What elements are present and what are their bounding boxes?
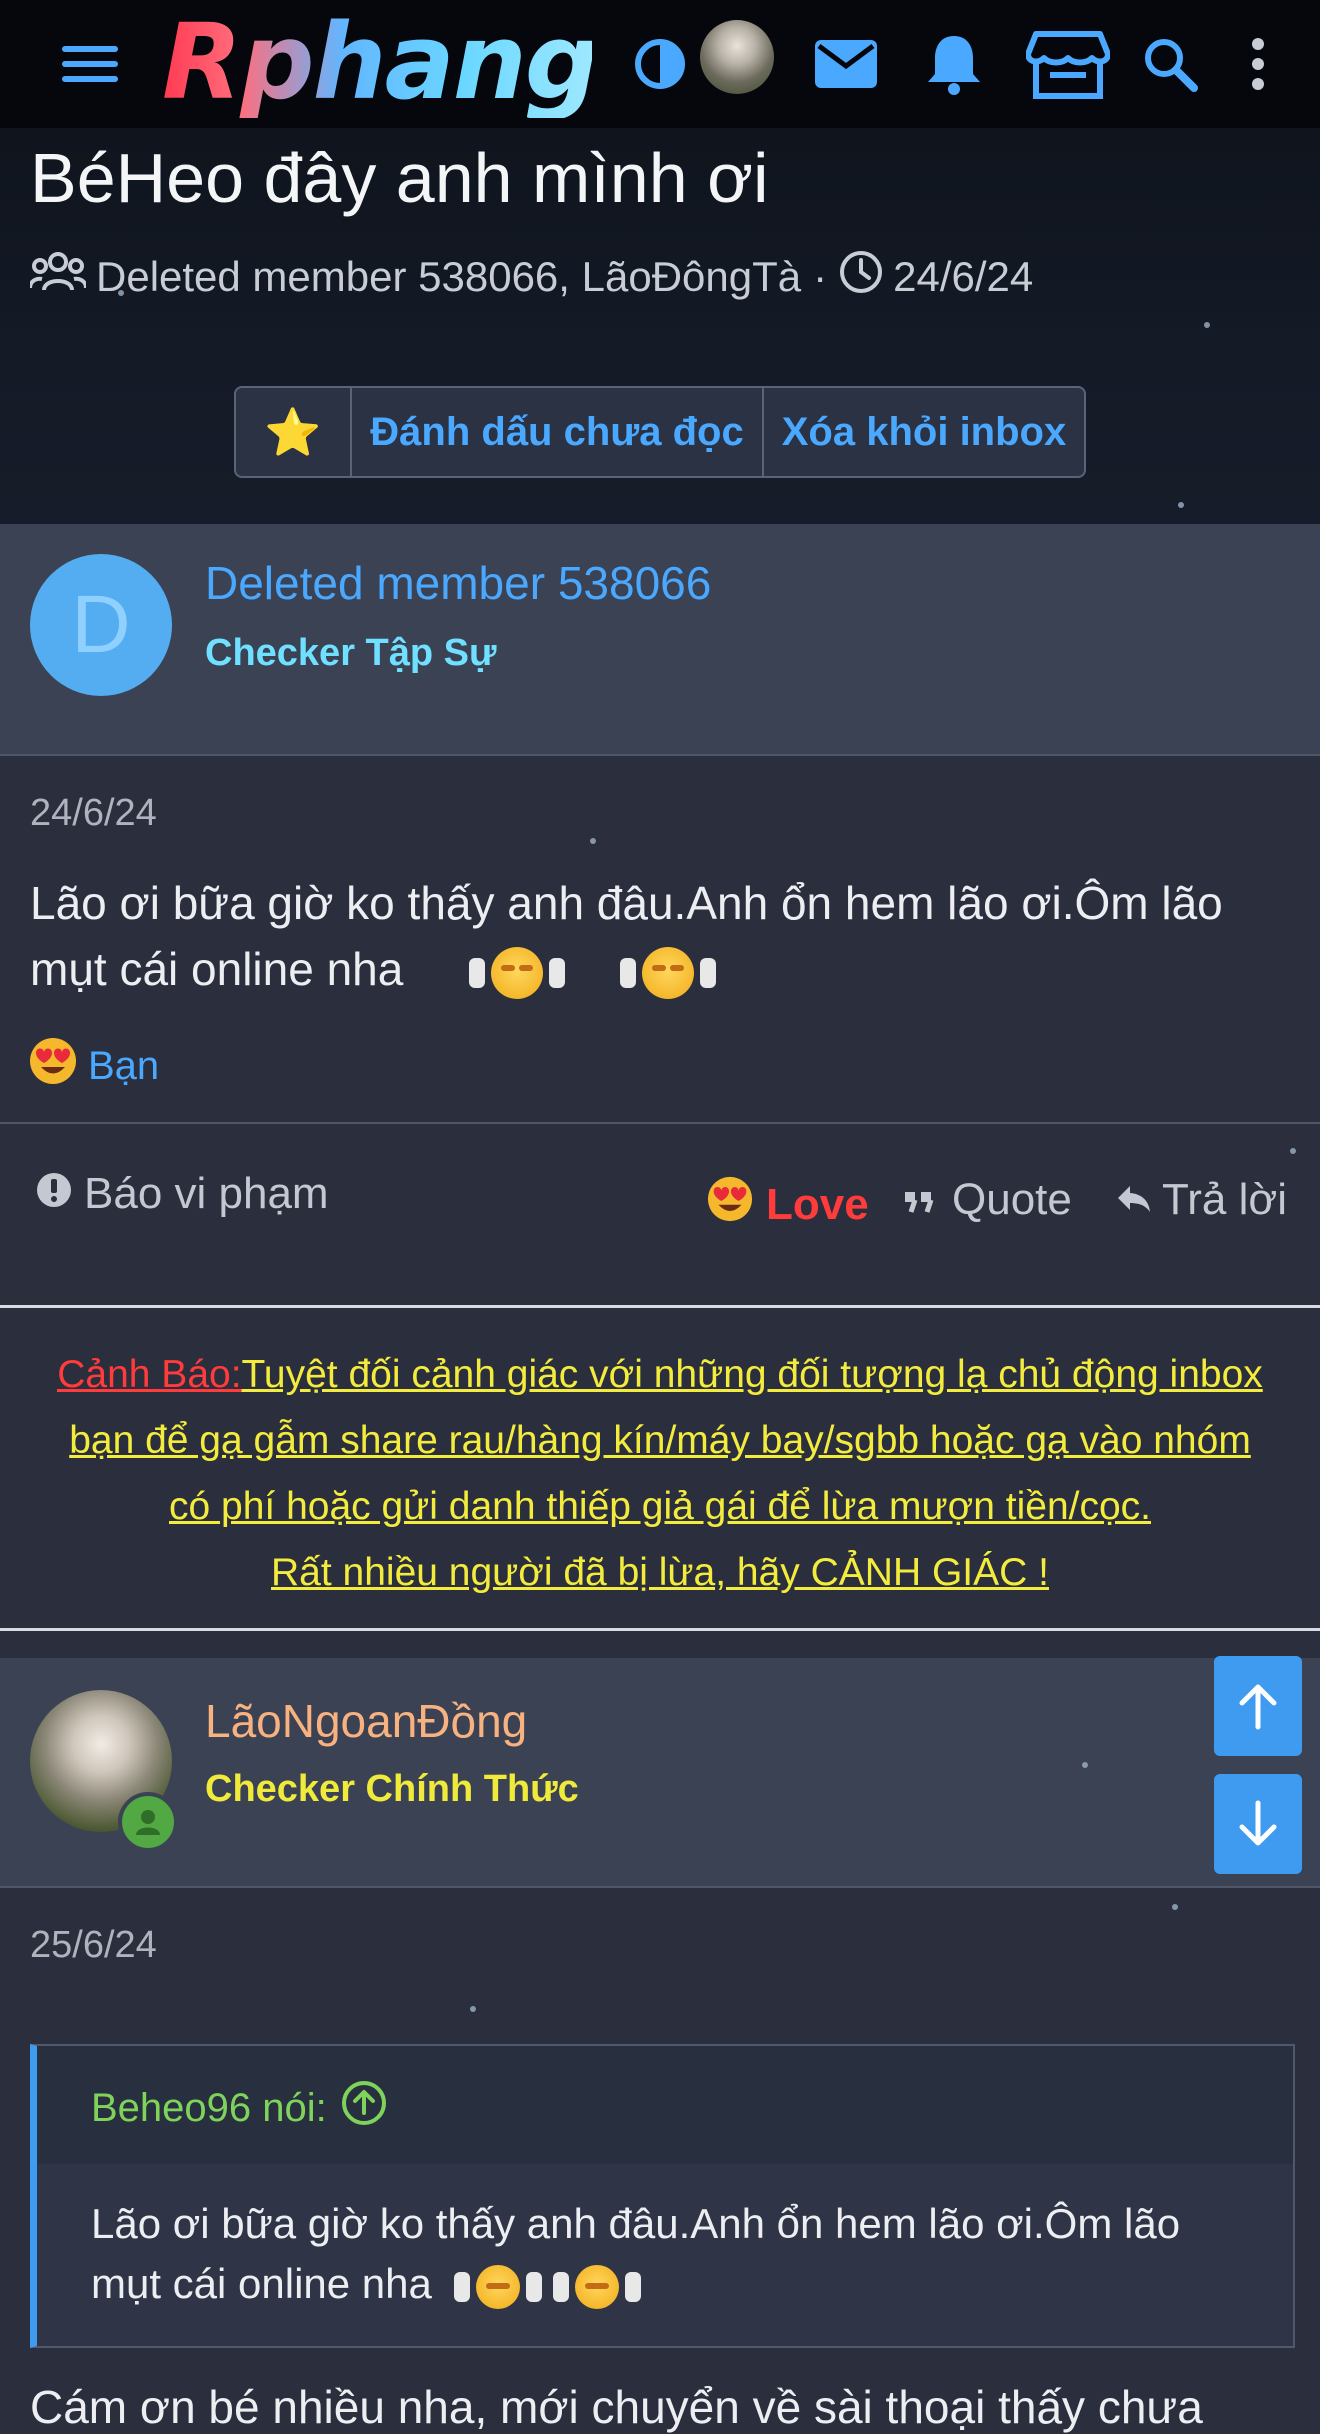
alert-icon [36, 1169, 72, 1219]
search-icon[interactable] [1128, 22, 1212, 106]
more-vertical-icon[interactable] [1216, 22, 1300, 106]
store-icon[interactable] [1026, 22, 1110, 106]
mail-icon[interactable] [804, 22, 888, 106]
decorative-star [590, 838, 596, 844]
warning-line[interactable]: bạn để gạ gẫm share rau/hàng kín/máy bay… [0, 1408, 1320, 1474]
scroll-to-bottom-button[interactable] [1214, 1774, 1302, 1874]
avatar-letter: D [71, 579, 131, 670]
reaction-users: Bạn [88, 1043, 160, 1088]
hug-emoji [468, 943, 565, 999]
post-body-partial: Cám ơn bé nhiều nha, mới chuyển về sài t… [30, 2381, 1203, 2433]
divider [0, 1886, 1320, 1888]
remove-from-inbox-button[interactable]: Xóa khỏi inbox [762, 388, 1084, 476]
site-logo[interactable]: Rphang [162, 6, 599, 118]
bell-icon[interactable] [912, 22, 996, 106]
hug-emoji [620, 943, 717, 999]
warning-line[interactable]: có phí hoặc gửi danh thiếp giả gái để lừ… [0, 1474, 1320, 1540]
clock-icon [839, 250, 883, 304]
top-navigation-bar: Rphang [0, 0, 1320, 128]
warning-text: Tuyệt đối cảnh giác với những đối tượng … [241, 1353, 1263, 1396]
user-title: Checker Chính Thức [205, 1768, 579, 1810]
post-username[interactable]: LãoNgoanĐồng [205, 1694, 527, 1748]
quote-body: Lão ơi bữa giờ ko thấy anh đâu.Anh ổn he… [91, 2194, 1271, 2314]
heart-eyes-icon [28, 1036, 78, 1096]
thread-participants[interactable]: Deleted member 538066, LãoĐôngTà [96, 253, 801, 301]
warning-line[interactable]: Rất nhiều người đã bị lừa, hãy CẢNH GIÁC… [0, 1540, 1320, 1606]
decorative-star [1172, 1904, 1178, 1910]
quote-text-line: Lão ơi bữa giờ ko thấy anh đâu.Anh ổn he… [91, 2200, 1181, 2247]
quote-block: Beheo96 nói: Lão ơi bữa giờ ko thấy anh … [30, 2044, 1295, 2348]
report-button[interactable]: Báo vi phạm [36, 1169, 329, 1219]
quote-text-line-2: mụt cái online nha [91, 2254, 1271, 2314]
post-text-line: Lão ơi bữa giờ ko thấy anh đâu.Anh ổn he… [30, 877, 1223, 929]
meta-separator: · [813, 253, 828, 300]
post-actions: Báo vi phạm Love Quote Trả lời [0, 1125, 1320, 1271]
theme-toggle-icon[interactable] [618, 22, 702, 106]
love-button[interactable]: Love [706, 1175, 869, 1234]
online-status-icon [118, 1792, 178, 1852]
post-text: mụt cái online nha [30, 943, 404, 995]
reply-icon [1116, 1175, 1152, 1225]
reply-button[interactable]: Trả lời [1116, 1175, 1287, 1225]
post-username[interactable]: Deleted member 538066 [205, 556, 711, 610]
star-button[interactable]: ⭐ [236, 388, 350, 476]
avatar[interactable]: D [30, 554, 172, 696]
user-avatar[interactable] [700, 20, 774, 94]
quote-text: mụt cái online nha [91, 2260, 432, 2307]
quote-button[interactable]: Quote [904, 1175, 1072, 1225]
reaction-summary[interactable]: Bạn [28, 1036, 159, 1096]
quote-author[interactable]: Beheo96 nói: [91, 2080, 387, 2136]
love-label: Love [766, 1179, 869, 1229]
arrow-up-icon [1239, 1684, 1277, 1730]
decorative-star [1204, 322, 1210, 328]
post-header [0, 1658, 1320, 1886]
participants-icon [28, 252, 88, 302]
star-icon: ⭐ [264, 405, 322, 458]
decorative-star [1082, 1762, 1088, 1768]
heart-eyes-icon [706, 1175, 754, 1234]
post-text-line-2: mụt cái online nha [30, 936, 1300, 1002]
arrow-up-circle-icon[interactable] [341, 2080, 387, 2136]
warning-label: Cảnh Báo: [57, 1353, 242, 1396]
decorative-star [470, 2006, 476, 2012]
thread-actions: ⭐ Đánh dấu chưa đọc Xóa khỏi inbox [234, 386, 1086, 478]
thread-date: 24/6/24 [893, 253, 1034, 300]
reply-label: Trả lời [1162, 1175, 1287, 1224]
decorative-star [1178, 502, 1184, 508]
hug-emoji [453, 2260, 542, 2309]
post-date[interactable]: 24/6/24 [30, 792, 157, 835]
quote-label: Quote [952, 1175, 1072, 1224]
thread-title: BéHeo đây anh mình ơi [30, 139, 769, 217]
arrow-down-icon [1239, 1800, 1277, 1846]
divider [0, 754, 1320, 756]
menu-icon[interactable] [48, 22, 132, 106]
hug-emoji [553, 2260, 642, 2309]
report-label: Báo vi phạm [84, 1169, 329, 1218]
post-date[interactable]: 25/6/24 [30, 1924, 157, 1967]
mark-unread-button[interactable]: Đánh dấu chưa đọc [350, 388, 762, 476]
user-title: Checker Tập Sự [205, 632, 497, 674]
thread-meta: Deleted member 538066, LãoĐôngTà · 24/6/… [28, 250, 1034, 304]
warning-line[interactable]: Cảnh Báo:Tuyệt đối cảnh giác với những đ… [0, 1342, 1320, 1408]
post-body: Lão ơi bữa giờ ko thấy anh đâu.Anh ổn he… [30, 870, 1300, 1002]
decorative-star [1290, 1148, 1296, 1154]
scam-warning-banner: Cảnh Báo:Tuyệt đối cảnh giác với những đ… [0, 1305, 1320, 1631]
quote-author-name: Beheo96 nói: [91, 2085, 327, 2130]
divider [0, 1122, 1320, 1124]
quote-icon [904, 1175, 934, 1225]
scroll-to-top-button[interactable] [1214, 1656, 1302, 1756]
